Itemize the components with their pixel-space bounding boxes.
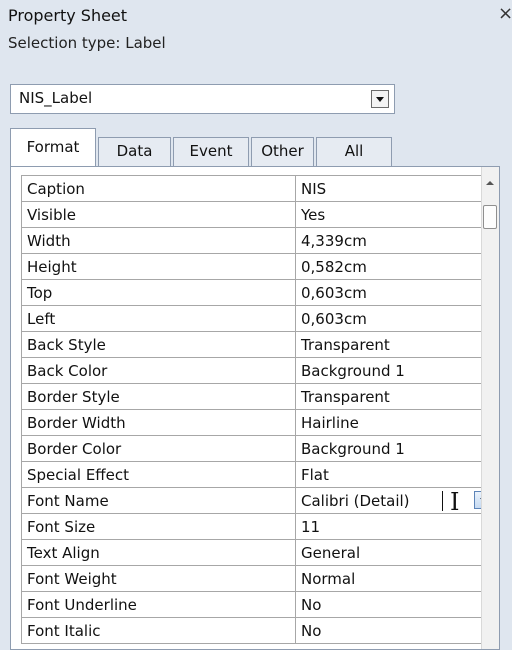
property-value[interactable]: Flat bbox=[295, 461, 484, 488]
property-value[interactable]: No bbox=[295, 591, 484, 618]
property-row[interactable]: Special Effect Flat bbox=[21, 461, 484, 488]
window-title: Property Sheet bbox=[8, 6, 128, 25]
property-value-text: Background 1 bbox=[301, 361, 405, 380]
property-row[interactable]: Back Style Transparent bbox=[21, 331, 484, 358]
property-value-text: NIS bbox=[301, 179, 327, 198]
property-value[interactable]: 0,603cm bbox=[295, 305, 484, 332]
property-value-text: 4,339cm bbox=[301, 231, 367, 250]
tab-other[interactable]: Other bbox=[251, 137, 314, 166]
property-value-text: Transparent bbox=[301, 335, 390, 354]
property-row[interactable]: Visible Yes bbox=[21, 201, 484, 228]
property-value-text: 0,603cm bbox=[301, 283, 367, 302]
property-value[interactable]: Yes bbox=[295, 201, 484, 228]
property-name: Height bbox=[21, 253, 296, 280]
property-name: Border Style bbox=[21, 383, 296, 410]
vertical-scrollbar[interactable] bbox=[481, 167, 499, 649]
tab-all[interactable]: All bbox=[316, 137, 392, 166]
property-name: Top bbox=[21, 279, 296, 306]
chevron-down-icon bbox=[376, 97, 384, 102]
property-value-text: 11 bbox=[301, 517, 321, 536]
property-value[interactable]: Transparent bbox=[295, 331, 484, 358]
property-value-text: No bbox=[301, 621, 322, 640]
property-row[interactable]: Width 4,339cm bbox=[21, 227, 484, 254]
property-value-text: Hairline bbox=[301, 413, 359, 432]
property-row[interactable]: Font Underline No bbox=[21, 591, 484, 618]
property-value[interactable]: 11 bbox=[295, 513, 484, 540]
property-row[interactable]: Font Size 11 bbox=[21, 513, 484, 540]
property-value-text: Yes bbox=[301, 205, 326, 224]
property-tabs: Format Data Event Other All bbox=[10, 128, 500, 166]
property-name: Font Italic bbox=[21, 617, 296, 644]
property-value[interactable]: Transparent bbox=[295, 383, 484, 410]
property-value-text: 0,603cm bbox=[301, 309, 367, 328]
property-row[interactable]: Back Color Background 1 bbox=[21, 357, 484, 384]
property-value-text: Calibri (Detail) bbox=[301, 491, 410, 510]
property-value[interactable]: Normal bbox=[295, 565, 484, 592]
font-name-field[interactable]: Calibri (Detail) I bbox=[295, 487, 494, 516]
property-name: Back Style bbox=[21, 331, 296, 358]
tab-format[interactable]: Format bbox=[10, 128, 96, 166]
property-name: Font Size bbox=[21, 513, 296, 540]
property-name: Width bbox=[21, 227, 296, 254]
scrollbar-thumb[interactable] bbox=[483, 205, 497, 229]
selection-type-label: Selection type: Label bbox=[8, 34, 166, 52]
property-name: Special Effect bbox=[21, 461, 296, 488]
object-selector[interactable]: NIS_Label bbox=[10, 84, 395, 114]
property-value-text: 0,582cm bbox=[301, 257, 367, 276]
close-icon[interactable]: × bbox=[498, 4, 512, 24]
property-value-text: Flat bbox=[301, 465, 329, 484]
property-row[interactable]: Top 0,603cm bbox=[21, 279, 484, 306]
property-value-text: Background 1 bbox=[301, 439, 405, 458]
tab-data[interactable]: Data bbox=[98, 137, 171, 166]
property-row[interactable]: Font Weight Normal bbox=[21, 565, 484, 592]
text-caret bbox=[442, 491, 443, 511]
property-row[interactable]: Border Style Transparent bbox=[21, 383, 484, 410]
property-name: Font Underline bbox=[21, 591, 296, 618]
property-name: Border Width bbox=[21, 409, 296, 436]
property-row[interactable]: Left 0,603cm bbox=[21, 305, 484, 332]
property-row[interactable]: Font Name Calibri (Detail) I bbox=[21, 487, 494, 516]
property-name: Font Name bbox=[21, 487, 296, 514]
property-value[interactable]: Background 1 bbox=[295, 435, 484, 462]
property-grid: Caption NIS Visible Yes Width 4,339cm Height 0,… bbox=[21, 175, 494, 644]
property-value-text: Normal bbox=[301, 569, 356, 588]
property-row[interactable]: Border Width Hairline bbox=[21, 409, 484, 436]
scroll-up-icon[interactable] bbox=[486, 181, 494, 185]
property-value[interactable]: General bbox=[295, 539, 484, 566]
property-value[interactable]: 4,339cm bbox=[295, 227, 484, 254]
property-value[interactable]: Background 1 bbox=[295, 357, 484, 384]
property-value[interactable]: Hairline bbox=[295, 409, 484, 436]
property-name: Left bbox=[21, 305, 296, 332]
object-selector-value: NIS_Label bbox=[19, 89, 93, 107]
property-value-text: Transparent bbox=[301, 387, 390, 406]
property-value[interactable]: No bbox=[295, 617, 484, 644]
property-value-text: No bbox=[301, 595, 322, 614]
tab-event[interactable]: Event bbox=[173, 137, 249, 166]
title-bar: Property Sheet × bbox=[0, 0, 512, 30]
property-name: Text Align bbox=[21, 539, 296, 566]
property-value[interactable]: 0,582cm bbox=[295, 253, 484, 280]
object-selector-dropdown-button[interactable] bbox=[371, 90, 389, 108]
property-name: Back Color bbox=[21, 357, 296, 384]
property-row[interactable]: Text Align General bbox=[21, 539, 484, 566]
property-name: Visible bbox=[21, 201, 296, 228]
property-value[interactable]: NIS bbox=[295, 175, 484, 202]
property-row[interactable]: Height 0,582cm bbox=[21, 253, 484, 280]
property-name: Border Color bbox=[21, 435, 296, 462]
property-row[interactable]: Font Italic No bbox=[21, 617, 484, 644]
property-value-text: General bbox=[301, 543, 361, 562]
property-name: Font Weight bbox=[21, 565, 296, 592]
property-grid-panel: Caption NIS Visible Yes Width 4,339cm Height 0,… bbox=[10, 166, 500, 650]
property-row[interactable]: Border Color Background 1 bbox=[21, 435, 484, 462]
property-name: Caption bbox=[21, 175, 296, 202]
property-value[interactable]: 0,603cm bbox=[295, 279, 484, 306]
property-row[interactable]: Caption NIS bbox=[21, 175, 484, 202]
